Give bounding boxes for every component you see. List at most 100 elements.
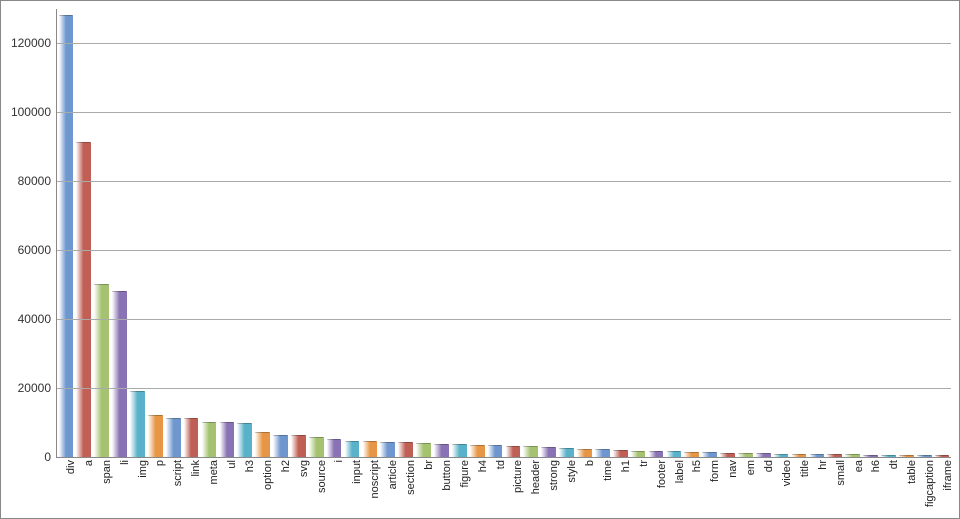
x-tick-label: h6 bbox=[870, 460, 882, 472]
bar bbox=[810, 454, 825, 457]
gridline bbox=[57, 112, 951, 113]
bar bbox=[506, 446, 521, 457]
x-tick-label: meta bbox=[208, 460, 220, 484]
bar bbox=[845, 454, 860, 457]
x-tick-label: h3 bbox=[244, 460, 256, 472]
y-tick-label: 40000 bbox=[18, 312, 57, 326]
bar bbox=[756, 453, 771, 457]
bar bbox=[774, 454, 789, 457]
x-tick-label: form bbox=[709, 460, 721, 482]
bar bbox=[613, 450, 628, 457]
x-tick-label: p bbox=[154, 460, 166, 466]
x-tick-label: h4 bbox=[477, 460, 489, 472]
x-tick-label: strong bbox=[548, 460, 560, 491]
x-tick-label: b bbox=[584, 460, 596, 466]
bar bbox=[863, 455, 878, 457]
x-tick-label: footer bbox=[656, 460, 668, 488]
bar bbox=[94, 284, 109, 457]
bar bbox=[345, 441, 360, 458]
x-tick-label: li bbox=[119, 460, 131, 465]
x-tick-label: figure bbox=[459, 460, 471, 488]
bar bbox=[220, 422, 235, 457]
y-tick-label: 60000 bbox=[18, 243, 57, 257]
x-tick-label: dt bbox=[888, 460, 900, 469]
bar bbox=[595, 449, 610, 457]
x-tick-label: img bbox=[137, 460, 149, 478]
x-tick-label: hr bbox=[817, 460, 829, 470]
x-tick-label: header bbox=[530, 460, 542, 494]
x-tick-label: title bbox=[799, 460, 811, 477]
bar bbox=[380, 442, 395, 457]
y-tick-label: 80000 bbox=[18, 174, 57, 188]
bar bbox=[899, 455, 914, 457]
bar bbox=[792, 454, 807, 457]
x-tick-label: noscript bbox=[369, 460, 381, 499]
bar bbox=[434, 444, 449, 457]
bar bbox=[738, 453, 753, 457]
x-tick-label: style bbox=[566, 460, 578, 483]
x-tick-label: iframe bbox=[942, 460, 954, 491]
bar bbox=[720, 453, 735, 457]
x-tick-label: em bbox=[745, 460, 757, 475]
bar bbox=[59, 15, 74, 457]
bar bbox=[935, 455, 950, 457]
bar bbox=[416, 443, 431, 457]
bar bbox=[649, 451, 664, 457]
x-tick-label: article bbox=[387, 460, 399, 489]
x-tick-label: a bbox=[83, 460, 95, 466]
plot-area: 020000400006000080000100000120000 bbox=[56, 9, 951, 458]
bar bbox=[452, 444, 467, 457]
bars-container bbox=[57, 9, 951, 457]
x-tick-label: h5 bbox=[691, 460, 703, 472]
bar bbox=[166, 418, 181, 457]
bar bbox=[470, 445, 485, 457]
x-tick-label: video bbox=[781, 460, 793, 486]
bar bbox=[827, 454, 842, 457]
bar bbox=[255, 432, 270, 457]
bar-chart: 020000400006000080000100000120000 divasp… bbox=[0, 0, 960, 519]
bar bbox=[184, 418, 199, 457]
bar bbox=[112, 291, 127, 457]
bar bbox=[684, 452, 699, 457]
gridline bbox=[57, 181, 951, 182]
gridline bbox=[57, 388, 951, 389]
bar bbox=[631, 451, 646, 458]
bar bbox=[702, 452, 717, 457]
x-tick-label: section bbox=[405, 460, 417, 495]
x-tick-label: ul bbox=[226, 460, 238, 469]
x-tick-label: button bbox=[441, 460, 453, 491]
y-tick-label: 20000 bbox=[18, 381, 57, 395]
x-tick-label: label bbox=[674, 460, 686, 483]
x-tick-label: time bbox=[602, 460, 614, 481]
x-tick-label: i bbox=[333, 460, 345, 462]
x-tick-label: small bbox=[835, 460, 847, 486]
bar bbox=[130, 391, 145, 457]
gridline bbox=[57, 43, 951, 44]
x-tick-label: span bbox=[101, 460, 113, 484]
bar bbox=[523, 446, 538, 457]
x-tick-label: svg bbox=[298, 460, 310, 477]
x-tick-label: source bbox=[316, 460, 328, 493]
bar bbox=[273, 435, 288, 457]
bar bbox=[881, 455, 896, 457]
x-tick-label: td bbox=[495, 460, 507, 469]
x-tick-label: option bbox=[262, 460, 274, 490]
bar bbox=[202, 422, 217, 457]
bar bbox=[237, 423, 252, 457]
bar bbox=[577, 449, 592, 457]
bar bbox=[488, 445, 503, 457]
x-tick-label: nav bbox=[727, 460, 739, 478]
x-tick-label: h1 bbox=[620, 460, 632, 472]
x-tick-label: picture bbox=[512, 460, 524, 493]
y-tick-label: 120000 bbox=[11, 36, 57, 50]
bar bbox=[398, 442, 413, 457]
x-tick-label: h2 bbox=[280, 460, 292, 472]
bar bbox=[148, 415, 163, 457]
bar bbox=[291, 435, 306, 457]
x-tick-label: ea bbox=[853, 460, 865, 472]
bar bbox=[559, 448, 574, 457]
x-tick-label: input bbox=[351, 460, 363, 484]
x-tick-label: link bbox=[190, 460, 202, 477]
x-tick-label: figcaption bbox=[924, 460, 936, 507]
x-tick-label: table bbox=[906, 460, 918, 484]
